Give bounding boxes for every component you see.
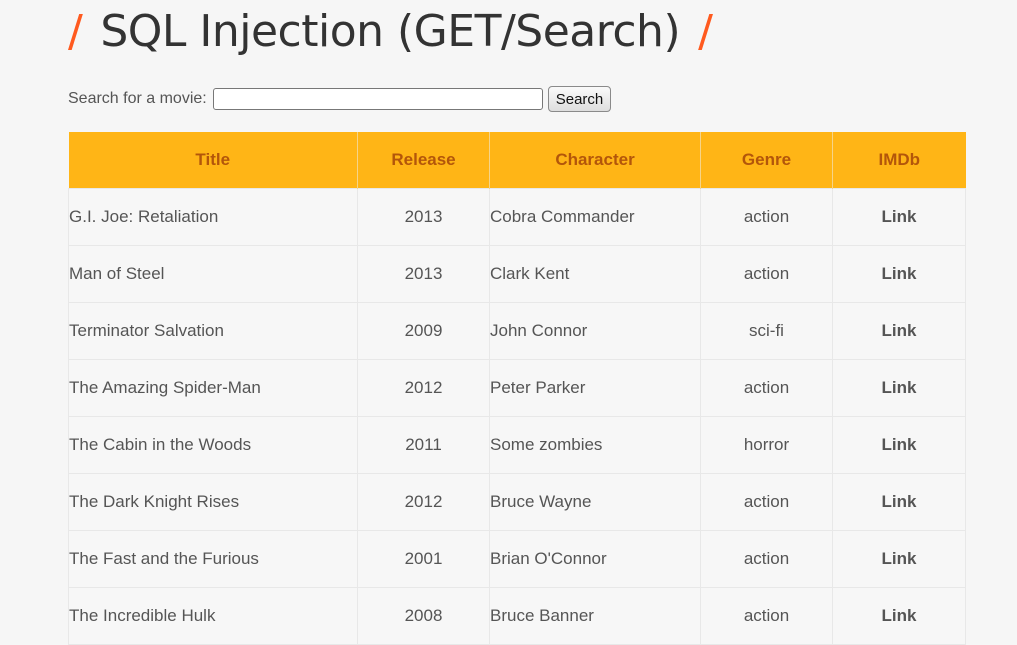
table-row: The Incredible Hulk 2008 Bruce Banner ac… (68, 587, 966, 645)
cell-character: John Connor (489, 302, 701, 360)
cell-title: Man of Steel (68, 245, 358, 303)
cell-title: The Amazing Spider-Man (68, 359, 358, 417)
cell-release: 2013 (357, 188, 490, 246)
cell-imdb: Link (832, 473, 966, 531)
cell-character: Brian O'Connor (489, 530, 701, 588)
cell-title: G.I. Joe: Retaliation (68, 188, 358, 246)
imdb-link[interactable]: Link (882, 606, 917, 625)
table-row: The Cabin in the Woods 2011 Some zombies… (68, 416, 966, 474)
cell-release: 2012 (357, 473, 490, 531)
cell-imdb: Link (832, 302, 966, 360)
column-header-character: Character (489, 132, 701, 189)
search-label: Search for a movie: (68, 90, 207, 107)
table-row: The Fast and the Furious 2001 Brian O'Co… (68, 530, 966, 588)
imdb-link[interactable]: Link (882, 264, 917, 283)
cell-title: The Fast and the Furious (68, 530, 358, 588)
cell-genre: action (700, 473, 833, 531)
imdb-link[interactable]: Link (882, 321, 917, 340)
cell-title: Terminator Salvation (68, 302, 358, 360)
cell-imdb: Link (832, 359, 966, 417)
column-header-imdb: IMDb (832, 132, 966, 189)
cell-character: Cobra Commander (489, 188, 701, 246)
cell-character: Some zombies (489, 416, 701, 474)
cell-genre: sci-fi (700, 302, 833, 360)
cell-imdb: Link (832, 188, 966, 246)
cell-release: 2012 (357, 359, 490, 417)
imdb-link[interactable]: Link (882, 378, 917, 397)
cell-genre: action (700, 530, 833, 588)
page-title: / SQL Injection (GET/Search) / (68, 0, 713, 62)
table-row: Man of Steel 2013 Clark Kent action Link (68, 245, 966, 303)
cell-genre: action (700, 359, 833, 417)
cell-title: The Cabin in the Woods (68, 416, 358, 474)
cell-character: Clark Kent (489, 245, 701, 303)
cell-title: The Dark Knight Rises (68, 473, 358, 531)
table-row: The Dark Knight Rises 2012 Bruce Wayne a… (68, 473, 966, 531)
table-header-row: Title Release Character Genre IMDb (68, 132, 966, 189)
table-row: The Amazing Spider-Man 2012 Peter Parker… (68, 359, 966, 417)
search-form: Search for a movie: Search (68, 86, 612, 112)
search-button[interactable]: Search (547, 86, 612, 112)
movies-table: Title Release Character Genre IMDb G.I. … (68, 132, 966, 645)
cell-genre: horror (700, 416, 833, 474)
imdb-link[interactable]: Link (882, 549, 917, 568)
cell-imdb: Link (832, 530, 966, 588)
cell-release: 2011 (357, 416, 490, 474)
cell-character: Bruce Wayne (489, 473, 701, 531)
table-row: G.I. Joe: Retaliation 2013 Cobra Command… (68, 188, 966, 246)
cell-release: 2009 (357, 302, 490, 360)
cell-imdb: Link (832, 587, 966, 645)
search-input[interactable] (212, 88, 543, 110)
cell-release: 2008 (357, 587, 490, 645)
cell-genre: action (700, 587, 833, 645)
cell-character: Peter Parker (489, 359, 701, 417)
cell-release: 2013 (357, 245, 490, 303)
cell-release: 2001 (357, 530, 490, 588)
cell-character: Bruce Banner (489, 587, 701, 645)
imdb-link[interactable]: Link (882, 492, 917, 511)
column-header-release: Release (357, 132, 490, 189)
cell-imdb: Link (832, 245, 966, 303)
title-slash-left: / (68, 5, 83, 57)
column-header-title: Title (68, 132, 358, 189)
column-header-genre: Genre (700, 132, 833, 189)
cell-title: The Incredible Hulk (68, 587, 358, 645)
cell-genre: action (700, 188, 833, 246)
imdb-link[interactable]: Link (882, 207, 917, 226)
table-row: Terminator Salvation 2009 John Connor sc… (68, 302, 966, 360)
title-slash-right: / (698, 5, 713, 57)
cell-imdb: Link (832, 416, 966, 474)
cell-genre: action (700, 245, 833, 303)
page-title-text: SQL Injection (GET/Search) (100, 5, 681, 57)
imdb-link[interactable]: Link (882, 435, 917, 454)
